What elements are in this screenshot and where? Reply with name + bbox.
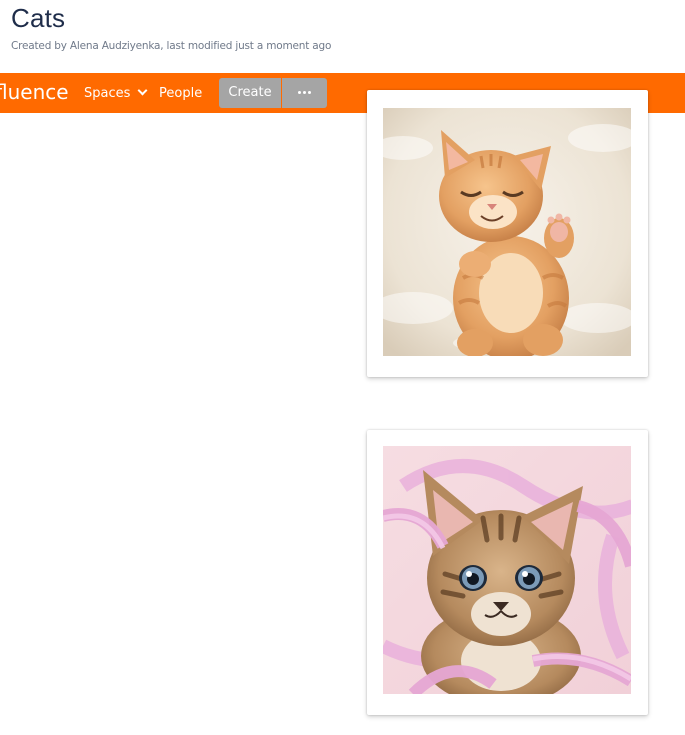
page-byline: Created by Alena Audziyenka, last modifi… — [11, 40, 332, 52]
image-card — [367, 430, 648, 715]
chevron-down-icon — [137, 85, 148, 96]
cat-image-tabby-kitten[interactable] — [383, 446, 631, 694]
spaces-label: Spaces — [84, 86, 131, 101]
people-link[interactable]: People — [159, 85, 202, 103]
confluence-page: Cats Created by Alena Audziyenka, last m… — [0, 0, 685, 735]
spaces-menu[interactable]: Spaces — [84, 85, 148, 103]
cat-image-sleeping-kitten[interactable] — [383, 108, 631, 356]
create-button[interactable]: Create — [219, 78, 281, 108]
image-card — [367, 90, 648, 377]
confluence-logo-text[interactable]: fluence — [0, 80, 69, 104]
ellipsis-icon — [298, 91, 312, 95]
page-title: Cats — [11, 3, 66, 33]
more-options-button[interactable] — [282, 78, 327, 108]
